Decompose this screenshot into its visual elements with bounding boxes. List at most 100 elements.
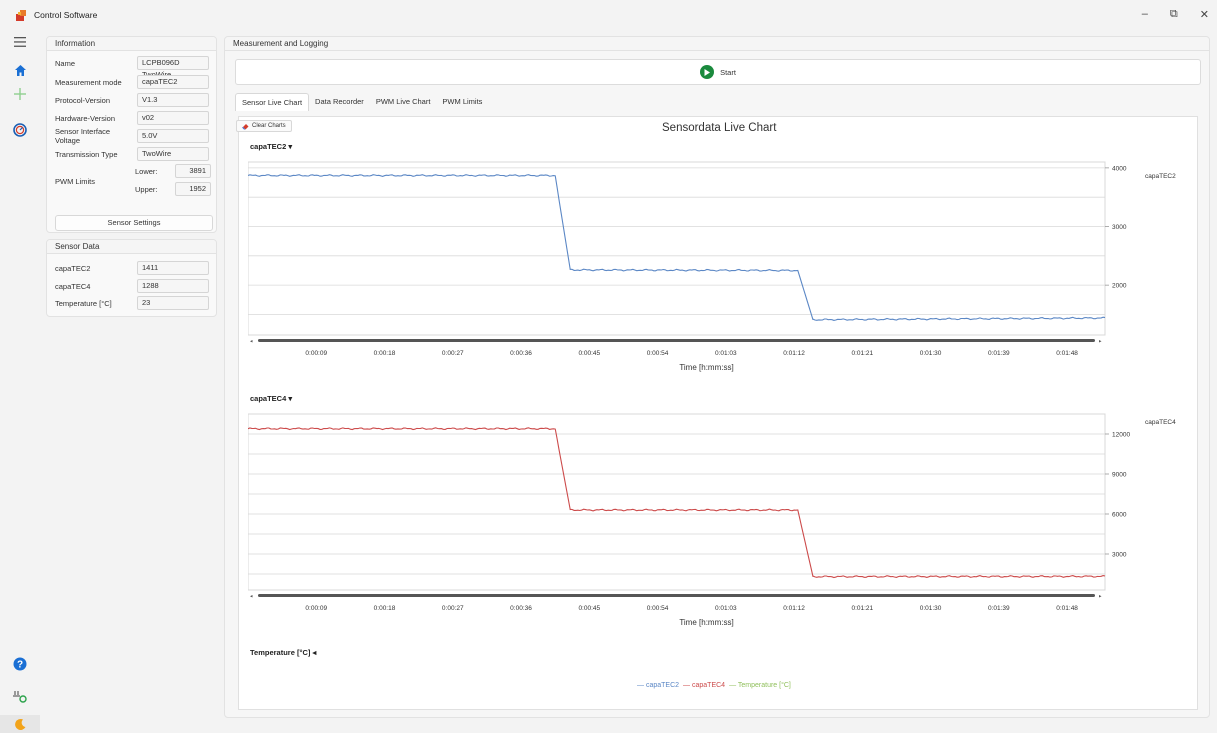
- sensor-data-header: Sensor Data: [47, 240, 216, 254]
- protocol-version-field: V1.3: [137, 93, 209, 107]
- sensor-settings-button[interactable]: Sensor Settings: [55, 215, 213, 231]
- x-axis-title: Time [h:mm:ss]: [679, 363, 733, 372]
- tab-pwm-limits[interactable]: PWM Limits: [436, 93, 488, 111]
- x-tick-label: 0:00:45: [578, 605, 600, 612]
- measurement-header: Measurement and Logging: [225, 37, 1209, 51]
- help-icon[interactable]: ?: [10, 654, 30, 674]
- minimize-button[interactable]: –: [1142, 8, 1148, 21]
- tab-sensor-live-chart[interactable]: Sensor Live Chart: [235, 93, 310, 111]
- info-label: Hardware-Version: [55, 113, 116, 123]
- home-icon[interactable]: [10, 60, 30, 80]
- close-button[interactable]: ✕: [1200, 8, 1209, 21]
- information-panel: Information Name LCPB096D TwoWire Measur…: [46, 36, 217, 233]
- x-tick-label: 0:01:39: [988, 350, 1010, 357]
- series-title-temperature[interactable]: Temperature [°C] ◂: [250, 648, 316, 657]
- sensor-label: capaTEC2: [55, 263, 91, 273]
- measurement-mode-field: capaTEC2: [137, 75, 209, 89]
- sensor-row-temperature: Temperature [°C] 23: [55, 296, 209, 310]
- clear-charts-button[interactable]: Clear Charts: [236, 120, 292, 132]
- y-tick-label: 3000: [1112, 552, 1127, 559]
- sensor-label: Temperature [°C]: [55, 298, 112, 308]
- info-row-voltage: Sensor Interface Voltage 5.0V: [55, 127, 209, 145]
- x-tick-label: 0:01:30: [920, 605, 942, 612]
- scrollbar-thumb: [258, 594, 1095, 597]
- chart-title: Sensordata Live Chart: [662, 122, 777, 134]
- usb-refresh-icon[interactable]: [10, 686, 30, 706]
- y-series-label: capaTEC2: [1145, 173, 1176, 180]
- tab-data-recorder[interactable]: Data Recorder: [309, 93, 370, 111]
- legend-item-capatec2[interactable]: — capaTEC2: [637, 682, 679, 689]
- x-tick-label: 0:00:36: [510, 350, 532, 357]
- x-tick-label: 0:00:54: [647, 350, 669, 357]
- sensor-row-capatec4: capaTEC4 1288: [55, 279, 209, 293]
- capatec4-value: 1288: [137, 279, 209, 293]
- x-tick-label: 0:01:12: [783, 350, 805, 357]
- name-field: LCPB096D TwoWire: [137, 56, 209, 79]
- y-tick-label: 9000: [1112, 472, 1127, 479]
- window-title: Control Software: [34, 10, 98, 20]
- app-logo-icon: [14, 8, 28, 22]
- eraser-icon: [242, 123, 249, 129]
- x-tick-label: 0:01:30: [920, 350, 942, 357]
- y-tick-label: 4000: [1112, 165, 1127, 172]
- sensor-row-capatec2: capaTEC2 1411: [55, 261, 209, 275]
- nav-rail: ?: [0, 30, 40, 733]
- x-tick-label: 0:01:12: [783, 605, 805, 612]
- add-icon[interactable]: [10, 84, 30, 104]
- info-label: Name: [55, 58, 76, 68]
- y-tick-label: 12000: [1112, 432, 1130, 439]
- x-tick-label: 0:01:03: [715, 605, 737, 612]
- chart-legend: — capaTEC2 — capaTEC4 — Temperature [°C]: [637, 682, 791, 689]
- theme-toggle-icon[interactable]: [10, 714, 30, 733]
- information-header: Information: [47, 37, 216, 51]
- x-tick-label: 0:00:45: [578, 350, 600, 357]
- y-tick-label: 3000: [1112, 224, 1127, 231]
- sensor-data-panel: Sensor Data capaTEC2 1411 capaTEC4 1288 …: [46, 239, 217, 317]
- info-row-hardware: Hardware-Version v02: [55, 111, 209, 125]
- legend-item-capatec4[interactable]: — capaTEC4: [683, 682, 725, 689]
- info-label: Sensor Interface Voltage: [55, 127, 111, 145]
- info-label: Protocol-Version: [55, 95, 111, 105]
- x-tick-label: 0:01:21: [851, 605, 873, 612]
- scrollbar-thumb: [258, 339, 1095, 342]
- gauge-icon[interactable]: [10, 120, 30, 140]
- info-row-mode: Measurement mode capaTEC2: [55, 75, 209, 89]
- interface-voltage-field: 5.0V: [137, 129, 209, 143]
- scroll-left-arrow: ◂: [250, 594, 253, 600]
- x-tick-label: 0:00:09: [305, 350, 327, 357]
- clear-charts-label: Clear Charts: [252, 123, 286, 129]
- scroll-left-arrow: ◂: [250, 339, 253, 345]
- x-tick-label: 0:00:09: [305, 605, 327, 612]
- sensor-label: capaTEC4: [55, 281, 91, 291]
- pwm-lower-label: Lower:: [135, 167, 158, 176]
- series-title-capatec2[interactable]: capaTEC2 ▾: [250, 142, 292, 151]
- plot-area: [248, 413, 1106, 591]
- maximize-button[interactable]: ⧉: [1170, 8, 1178, 21]
- info-row-transmission: Transmission Type TwoWire: [55, 147, 209, 161]
- series-title-capatec4[interactable]: capaTEC4 ▾: [250, 394, 292, 403]
- menu-icon[interactable]: [10, 32, 30, 52]
- temperature-value: 23: [137, 296, 209, 310]
- tab-bar: Sensor Live Chart Data Recorder PWM Live…: [235, 93, 488, 113]
- scroll-right-arrow: ▸: [1099, 339, 1102, 345]
- y-series-label: capaTEC4: [1145, 419, 1176, 426]
- x-tick-label: 0:00:18: [374, 350, 396, 357]
- capatec4-chart: 12000 9000 6000 3000 ◂ ▸ 0:00:09 0:00:18 0:00:27…: [248, 413, 1176, 627]
- scroll-right-arrow: ▸: [1099, 594, 1102, 600]
- svg-text:?: ?: [17, 660, 23, 671]
- info-label: Transmission Type: [55, 149, 118, 159]
- pwm-upper-field[interactable]: 1952: [175, 182, 211, 196]
- pwm-lower-field[interactable]: 3891: [175, 164, 211, 178]
- x-tick-label: 0:01:48: [1056, 605, 1078, 612]
- x-tick-label: 0:00:18: [374, 605, 396, 612]
- legend-item-temperature[interactable]: — Temperature [°C]: [729, 682, 791, 689]
- info-label: Measurement mode: [55, 77, 122, 87]
- x-tick-label: 0:00:36: [510, 605, 532, 612]
- start-button[interactable]: Start: [235, 59, 1201, 85]
- hardware-version-field: v02: [137, 111, 209, 125]
- tab-pwm-live-chart[interactable]: PWM Live Chart: [370, 93, 437, 111]
- pwm-upper-label: Upper:: [135, 185, 158, 194]
- start-label: Start: [720, 67, 736, 77]
- pwm-limits-label: PWM Limits: [55, 177, 95, 186]
- plot-area: [248, 161, 1106, 336]
